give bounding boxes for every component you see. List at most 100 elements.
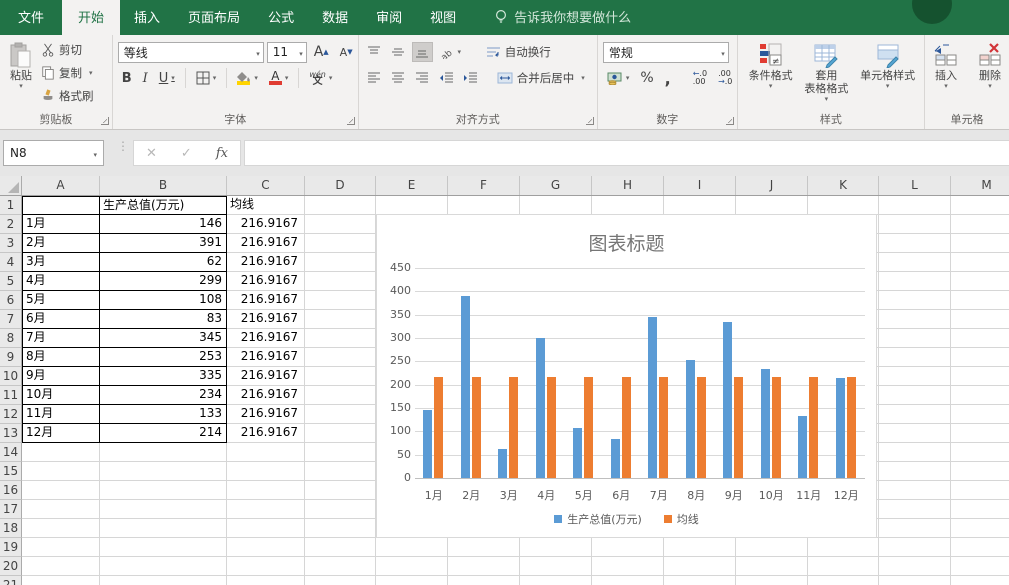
number-format-combo[interactable]: 常规 [603,42,729,63]
shrink-font-button[interactable]: A▼ [336,42,357,62]
cell[interactable] [951,348,1009,367]
underline-button[interactable]: U [155,68,179,88]
cell[interactable] [520,576,592,585]
cell[interactable]: 4月 [22,272,100,291]
row-header-17[interactable]: 17 [0,500,22,519]
column-header-K[interactable]: K [808,176,879,195]
cell[interactable] [520,196,592,215]
cell[interactable]: 12月 [22,424,100,443]
embedded-chart[interactable]: 图表标题0501001502002503003504004501月2月3月4月5… [376,214,877,538]
cell[interactable] [951,481,1009,500]
cell[interactable] [664,576,736,585]
delete-cells-button[interactable]: 删除 [974,39,1006,112]
italic-button[interactable]: I [139,68,152,88]
cell[interactable] [879,367,951,386]
row-header-21[interactable]: 21 [0,576,22,585]
cell[interactable] [879,234,951,253]
cut-button[interactable]: 剪切 [41,39,94,60]
cell[interactable] [951,576,1009,585]
tab-数据[interactable]: 数据 [308,0,362,35]
percent-style-button[interactable]: % [636,68,657,88]
cell[interactable] [879,310,951,329]
cell[interactable]: 146 [100,215,227,234]
cell[interactable] [951,253,1009,272]
row-header-11[interactable]: 11 [0,386,22,405]
cell[interactable]: 1月 [22,215,100,234]
cell[interactable] [951,196,1009,215]
cell[interactable] [879,519,951,538]
column-header-G[interactable]: G [520,176,592,195]
row-header-14[interactable]: 14 [0,443,22,462]
cell[interactable] [305,557,376,576]
cell[interactable] [879,481,951,500]
cell[interactable] [951,519,1009,538]
cell[interactable] [879,291,951,310]
column-header-L[interactable]: L [879,176,951,195]
cell[interactable] [100,481,227,500]
cell[interactable]: 216.9167 [227,424,305,443]
copy-button[interactable]: 复制 [41,62,94,83]
column-header-A[interactable]: A [22,176,100,195]
cell[interactable]: 9月 [22,367,100,386]
row-header-8[interactable]: 8 [0,329,22,348]
legend-item[interactable]: 生产总值(万元) [554,511,642,527]
cell[interactable] [951,291,1009,310]
cell[interactable] [879,215,951,234]
cell[interactable] [305,386,376,405]
formula-bar-grip[interactable]: ⋮ [117,143,129,150]
bold-button[interactable]: B [118,68,136,88]
row-header-12[interactable]: 12 [0,405,22,424]
cancel-icon[interactable]: ✕ [146,146,157,161]
cell[interactable] [879,329,951,348]
row-header-3[interactable]: 3 [0,234,22,253]
grow-font-button[interactable]: A▲ [310,42,333,62]
cell[interactable]: 216.9167 [227,291,305,310]
cell[interactable] [592,557,664,576]
cell[interactable] [808,557,879,576]
tab-插入[interactable]: 插入 [120,0,174,35]
column-header-E[interactable]: E [376,176,448,195]
cell[interactable] [305,215,376,234]
cell[interactable] [305,234,376,253]
row-header-7[interactable]: 7 [0,310,22,329]
cell[interactable] [736,576,808,585]
row-header-15[interactable]: 15 [0,462,22,481]
cell[interactable] [879,196,951,215]
cell[interactable] [879,500,951,519]
enter-icon[interactable]: ✓ [181,146,192,161]
align-center-button[interactable] [388,68,409,88]
cell[interactable] [736,196,808,215]
row-header-20[interactable]: 20 [0,557,22,576]
cell[interactable] [305,291,376,310]
cell[interactable] [879,462,951,481]
align-left-button[interactable] [364,68,385,88]
cell[interactable] [376,557,448,576]
row-header-9[interactable]: 9 [0,348,22,367]
cell[interactable] [879,557,951,576]
cell[interactable] [22,519,100,538]
orientation-button[interactable]: ab [436,42,466,62]
cell[interactable] [808,196,879,215]
row-header-19[interactable]: 19 [0,538,22,557]
cell[interactable] [22,196,100,215]
cell[interactable] [22,538,100,557]
cell[interactable] [22,481,100,500]
cell[interactable]: 214 [100,424,227,443]
cell[interactable] [448,557,520,576]
cell[interactable] [227,557,305,576]
cell[interactable] [305,462,376,481]
tell-me-box[interactable]: 告诉我你想要做什么 [484,0,641,35]
cell[interactable] [448,576,520,585]
cell[interactable]: 108 [100,291,227,310]
column-header-D[interactable]: D [305,176,376,195]
column-header-J[interactable]: J [736,176,808,195]
format-painter-button[interactable]: 格式刷 [41,85,94,106]
tab-视图[interactable]: 视图 [416,0,470,35]
decrease-indent-button[interactable] [436,68,457,88]
borders-button[interactable] [192,68,221,88]
column-header-B[interactable]: B [100,176,227,195]
cell[interactable]: 299 [100,272,227,291]
cell[interactable] [879,443,951,462]
cell[interactable] [227,500,305,519]
cell[interactable] [448,196,520,215]
